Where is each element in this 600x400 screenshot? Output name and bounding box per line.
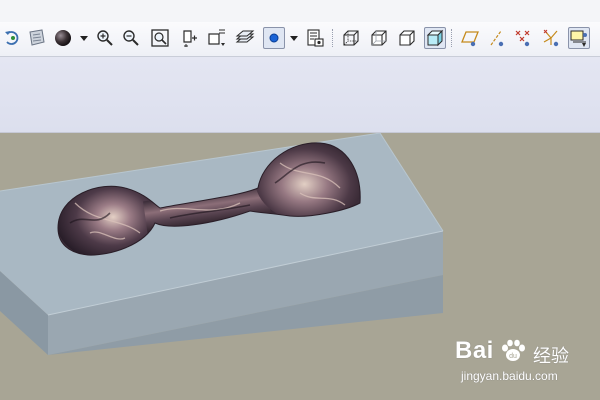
layers-icon [235, 30, 255, 43]
zoom-out-button[interactable] [120, 27, 142, 49]
zoom-in-button[interactable] [94, 27, 116, 49]
paw-du: du [509, 353, 517, 360]
ribbon-area [0, 57, 600, 133]
no-hidden-button[interactable] [396, 27, 418, 49]
watermark-brand-cn: 经验 [533, 346, 569, 366]
datum-planes-icon [461, 31, 479, 47]
model-tree-button[interactable] [26, 27, 48, 49]
display-style-button[interactable] [263, 27, 285, 49]
view-manager-icon [307, 29, 324, 47]
watermark-url: jingyan.baidu.com [461, 369, 558, 383]
baidu-jingyan-watermark: Bai du 经验 jingyan.baidu.com [455, 337, 595, 393]
datum-axes-icon [490, 30, 504, 47]
datum-points-icon [515, 30, 530, 47]
datum-axes-button[interactable] [486, 27, 508, 49]
appearance-dropdown-icon[interactable] [80, 34, 88, 42]
wireframe-button[interactable] [340, 27, 362, 49]
regenerate-button[interactable] [2, 27, 24, 49]
saved-views-button[interactable] [206, 27, 228, 49]
refit-icon [151, 29, 169, 47]
view-manager-button[interactable] [304, 27, 326, 49]
coordinate-systems-icon [543, 29, 559, 47]
coordinate-systems-button[interactable] [540, 27, 562, 49]
model-tree-icon [29, 29, 45, 46]
datum-points-button[interactable] [512, 27, 534, 49]
toolbar-separator [332, 29, 335, 47]
title-strip [0, 0, 600, 23]
appearance-icon [55, 30, 71, 46]
refit-button[interactable] [149, 27, 171, 49]
toolbar-separator [451, 29, 454, 47]
main-toolbar [0, 22, 600, 57]
reorient-button[interactable] [178, 27, 200, 49]
hidden-line-button[interactable] [368, 27, 390, 49]
regenerate-icon [5, 31, 19, 45]
shading-icon [426, 29, 444, 47]
wireframe-icon [343, 30, 359, 46]
baidu-paw-icon: du [502, 339, 525, 361]
annotations-button[interactable] [568, 27, 590, 49]
watermark-brand: Bai [455, 337, 494, 364]
zoom-out-icon [123, 30, 139, 46]
reorient-icon [183, 30, 197, 47]
display-style-dropdown-icon[interactable] [290, 34, 298, 42]
shading-button[interactable] [424, 27, 446, 49]
zoom-in-icon [97, 30, 113, 46]
display-style-icon [269, 33, 279, 43]
hidden-line-icon [371, 30, 387, 46]
datum-planes-button[interactable] [459, 27, 481, 49]
appearance-button[interactable] [52, 27, 74, 49]
layers-button[interactable] [234, 27, 256, 49]
no-hidden-icon [399, 30, 415, 46]
saved-views-icon [208, 29, 225, 46]
annotations-icon [570, 30, 587, 47]
